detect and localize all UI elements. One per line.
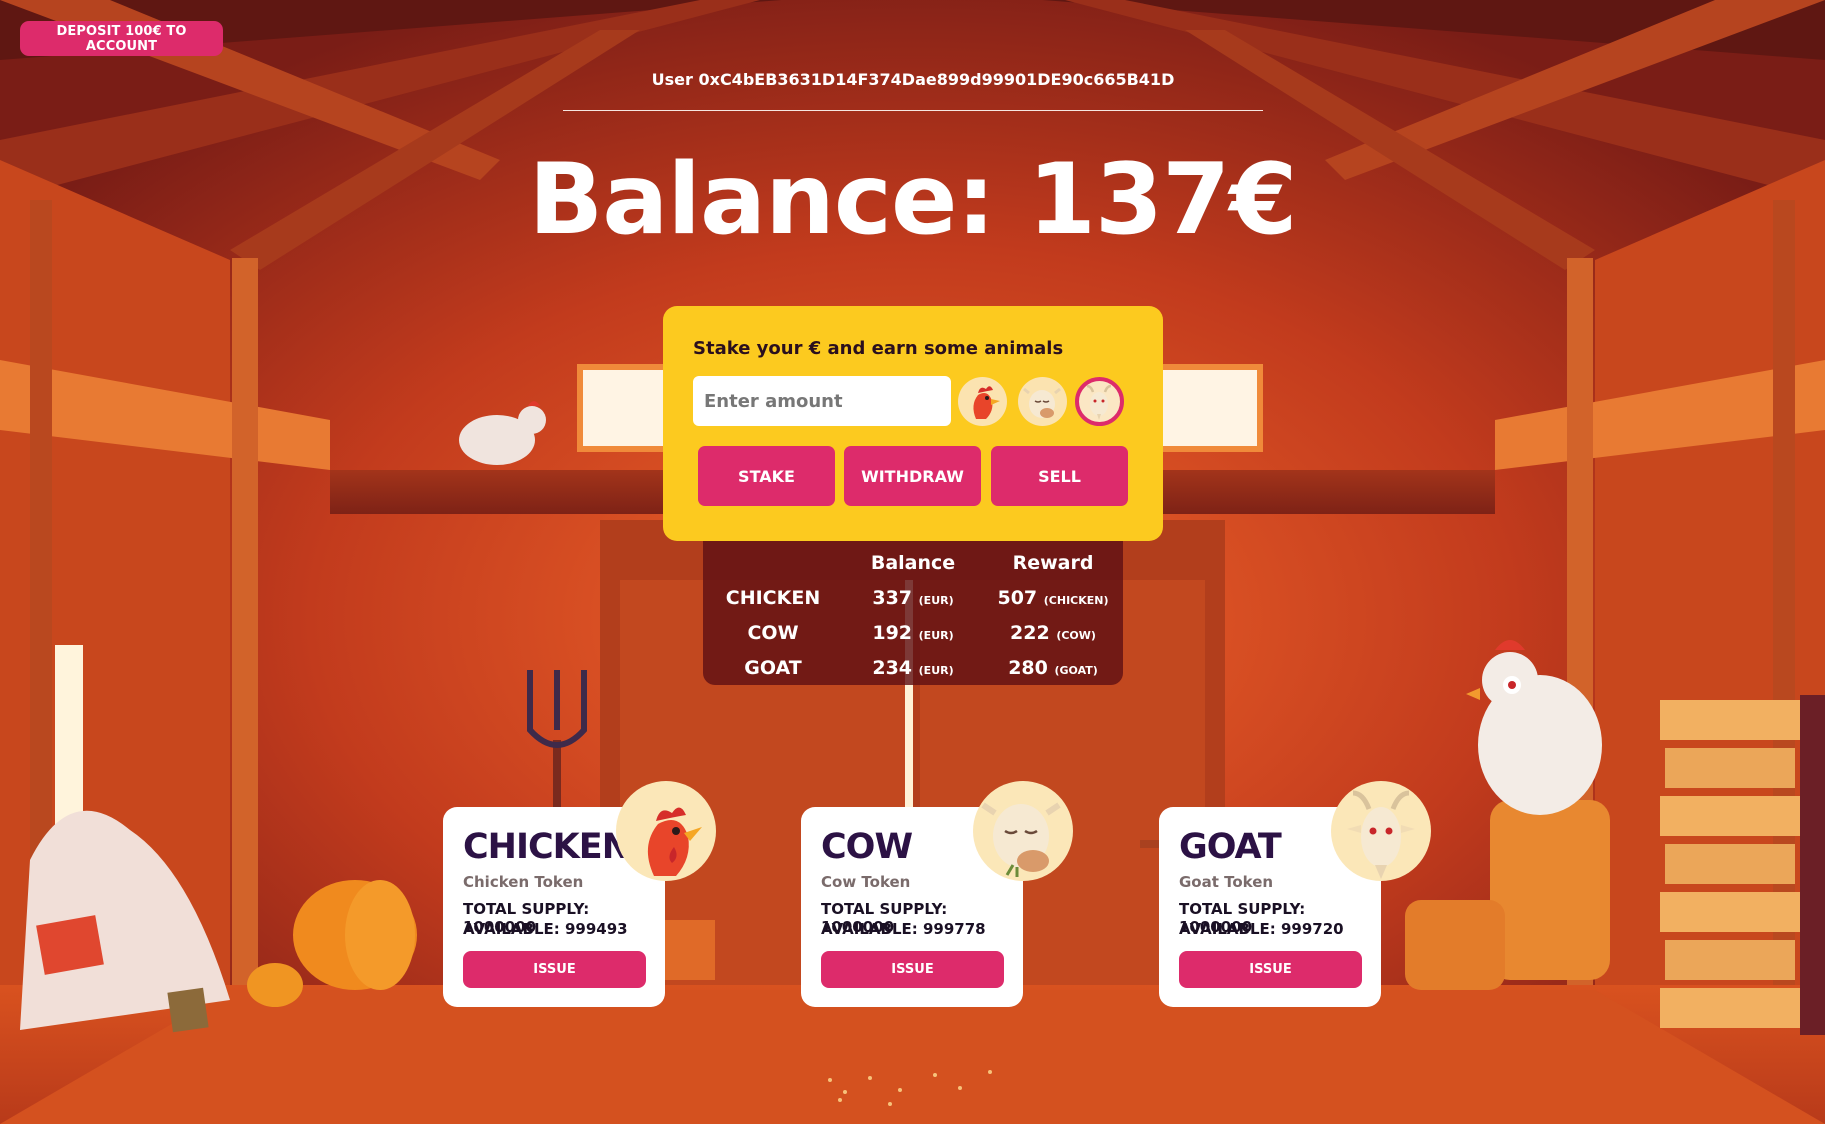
goat-icon xyxy=(1331,781,1431,881)
table-row: CHICKEN 337 (EUR) 507 (CHICKEN) xyxy=(703,587,1123,617)
row-name: GOAT xyxy=(744,657,802,679)
available: AVAILABLE: 999493 xyxy=(463,920,628,938)
amount-input[interactable] xyxy=(693,376,951,426)
animal-option-chicken[interactable] xyxy=(958,377,1007,426)
divider xyxy=(563,110,1263,111)
balances-table: Balance Reward CHICKEN 337 (EUR) 507 (CH… xyxy=(703,541,1123,685)
cow-avatar-art xyxy=(981,802,1061,877)
balance-heading: Balance: 137€ xyxy=(528,143,1298,257)
deposit-button[interactable]: DEPOSIT 100€ TO ACCOUNT xyxy=(20,21,223,56)
withdraw-button[interactable]: WITHDRAW xyxy=(844,446,981,506)
card-subtitle: Cow Token xyxy=(821,873,911,891)
chicken-icon xyxy=(616,781,716,881)
balance-value: 337 xyxy=(872,587,913,609)
available: AVAILABLE: 999720 xyxy=(1179,920,1344,938)
card-subtitle: Goat Token xyxy=(1179,873,1274,891)
chicken-icon xyxy=(973,386,1000,419)
balance-unit: (EUR) xyxy=(918,664,954,677)
goat-icon xyxy=(1086,384,1112,420)
chicken-avatar-art xyxy=(647,807,702,876)
stake-panel: Stake your € and earn some animals STAKE… xyxy=(663,306,1163,541)
balance-value: 192 xyxy=(872,622,913,644)
animal-option-goat[interactable] xyxy=(1075,377,1124,426)
reward-unit: (CHICKEN) xyxy=(1043,594,1109,607)
row-balance: 234 (EUR) xyxy=(843,657,983,679)
table-row: GOAT 234 (EUR) 280 (GOAT) xyxy=(703,657,1123,687)
card-title: COW xyxy=(821,827,913,867)
reward-value: 280 xyxy=(1008,657,1048,679)
reward-value: 222 xyxy=(1010,622,1050,644)
stake-title: Stake your € and earn some animals xyxy=(693,338,1064,359)
issue-button[interactable]: ISSUE xyxy=(463,951,646,988)
row-balance: 192 (EUR) xyxy=(843,622,983,644)
stake-button[interactable]: STAKE xyxy=(698,446,835,506)
goat-avatar-art xyxy=(1347,790,1415,879)
balance-unit: (EUR) xyxy=(918,594,954,607)
issue-button[interactable]: ISSUE xyxy=(1179,951,1362,988)
available: AVAILABLE: 999778 xyxy=(821,920,986,938)
card-title: CHICKEN xyxy=(463,827,631,867)
user-address: User 0xC4bEB3631D14F374Dae899d99901DE90c… xyxy=(651,70,1175,89)
issue-button[interactable]: ISSUE xyxy=(821,951,1004,988)
cow-icon xyxy=(973,781,1073,881)
row-balance: 337 (EUR) xyxy=(843,587,983,609)
cow-icon xyxy=(1023,387,1061,418)
row-name: CHICKEN xyxy=(725,587,821,609)
balance-value: 234 xyxy=(872,657,913,679)
reward-unit: (COW) xyxy=(1056,629,1096,642)
column-header-reward: Reward xyxy=(1012,552,1094,574)
reward-unit: (GOAT) xyxy=(1054,664,1098,677)
row-reward: 507 (CHICKEN) xyxy=(983,587,1123,609)
animal-option-cow[interactable] xyxy=(1018,377,1067,426)
reward-value: 507 xyxy=(997,587,1038,609)
row-reward: 222 (COW) xyxy=(983,622,1123,644)
card-subtitle: Chicken Token xyxy=(463,873,584,891)
balance-unit: (EUR) xyxy=(918,629,954,642)
column-header-balance: Balance xyxy=(870,552,956,574)
row-name: COW xyxy=(747,622,799,644)
row-reward: 280 (GOAT) xyxy=(983,657,1123,679)
card-title: GOAT xyxy=(1179,827,1282,867)
table-row: COW 192 (EUR) 222 (COW) xyxy=(703,622,1123,652)
sell-button[interactable]: SELL xyxy=(991,446,1128,506)
